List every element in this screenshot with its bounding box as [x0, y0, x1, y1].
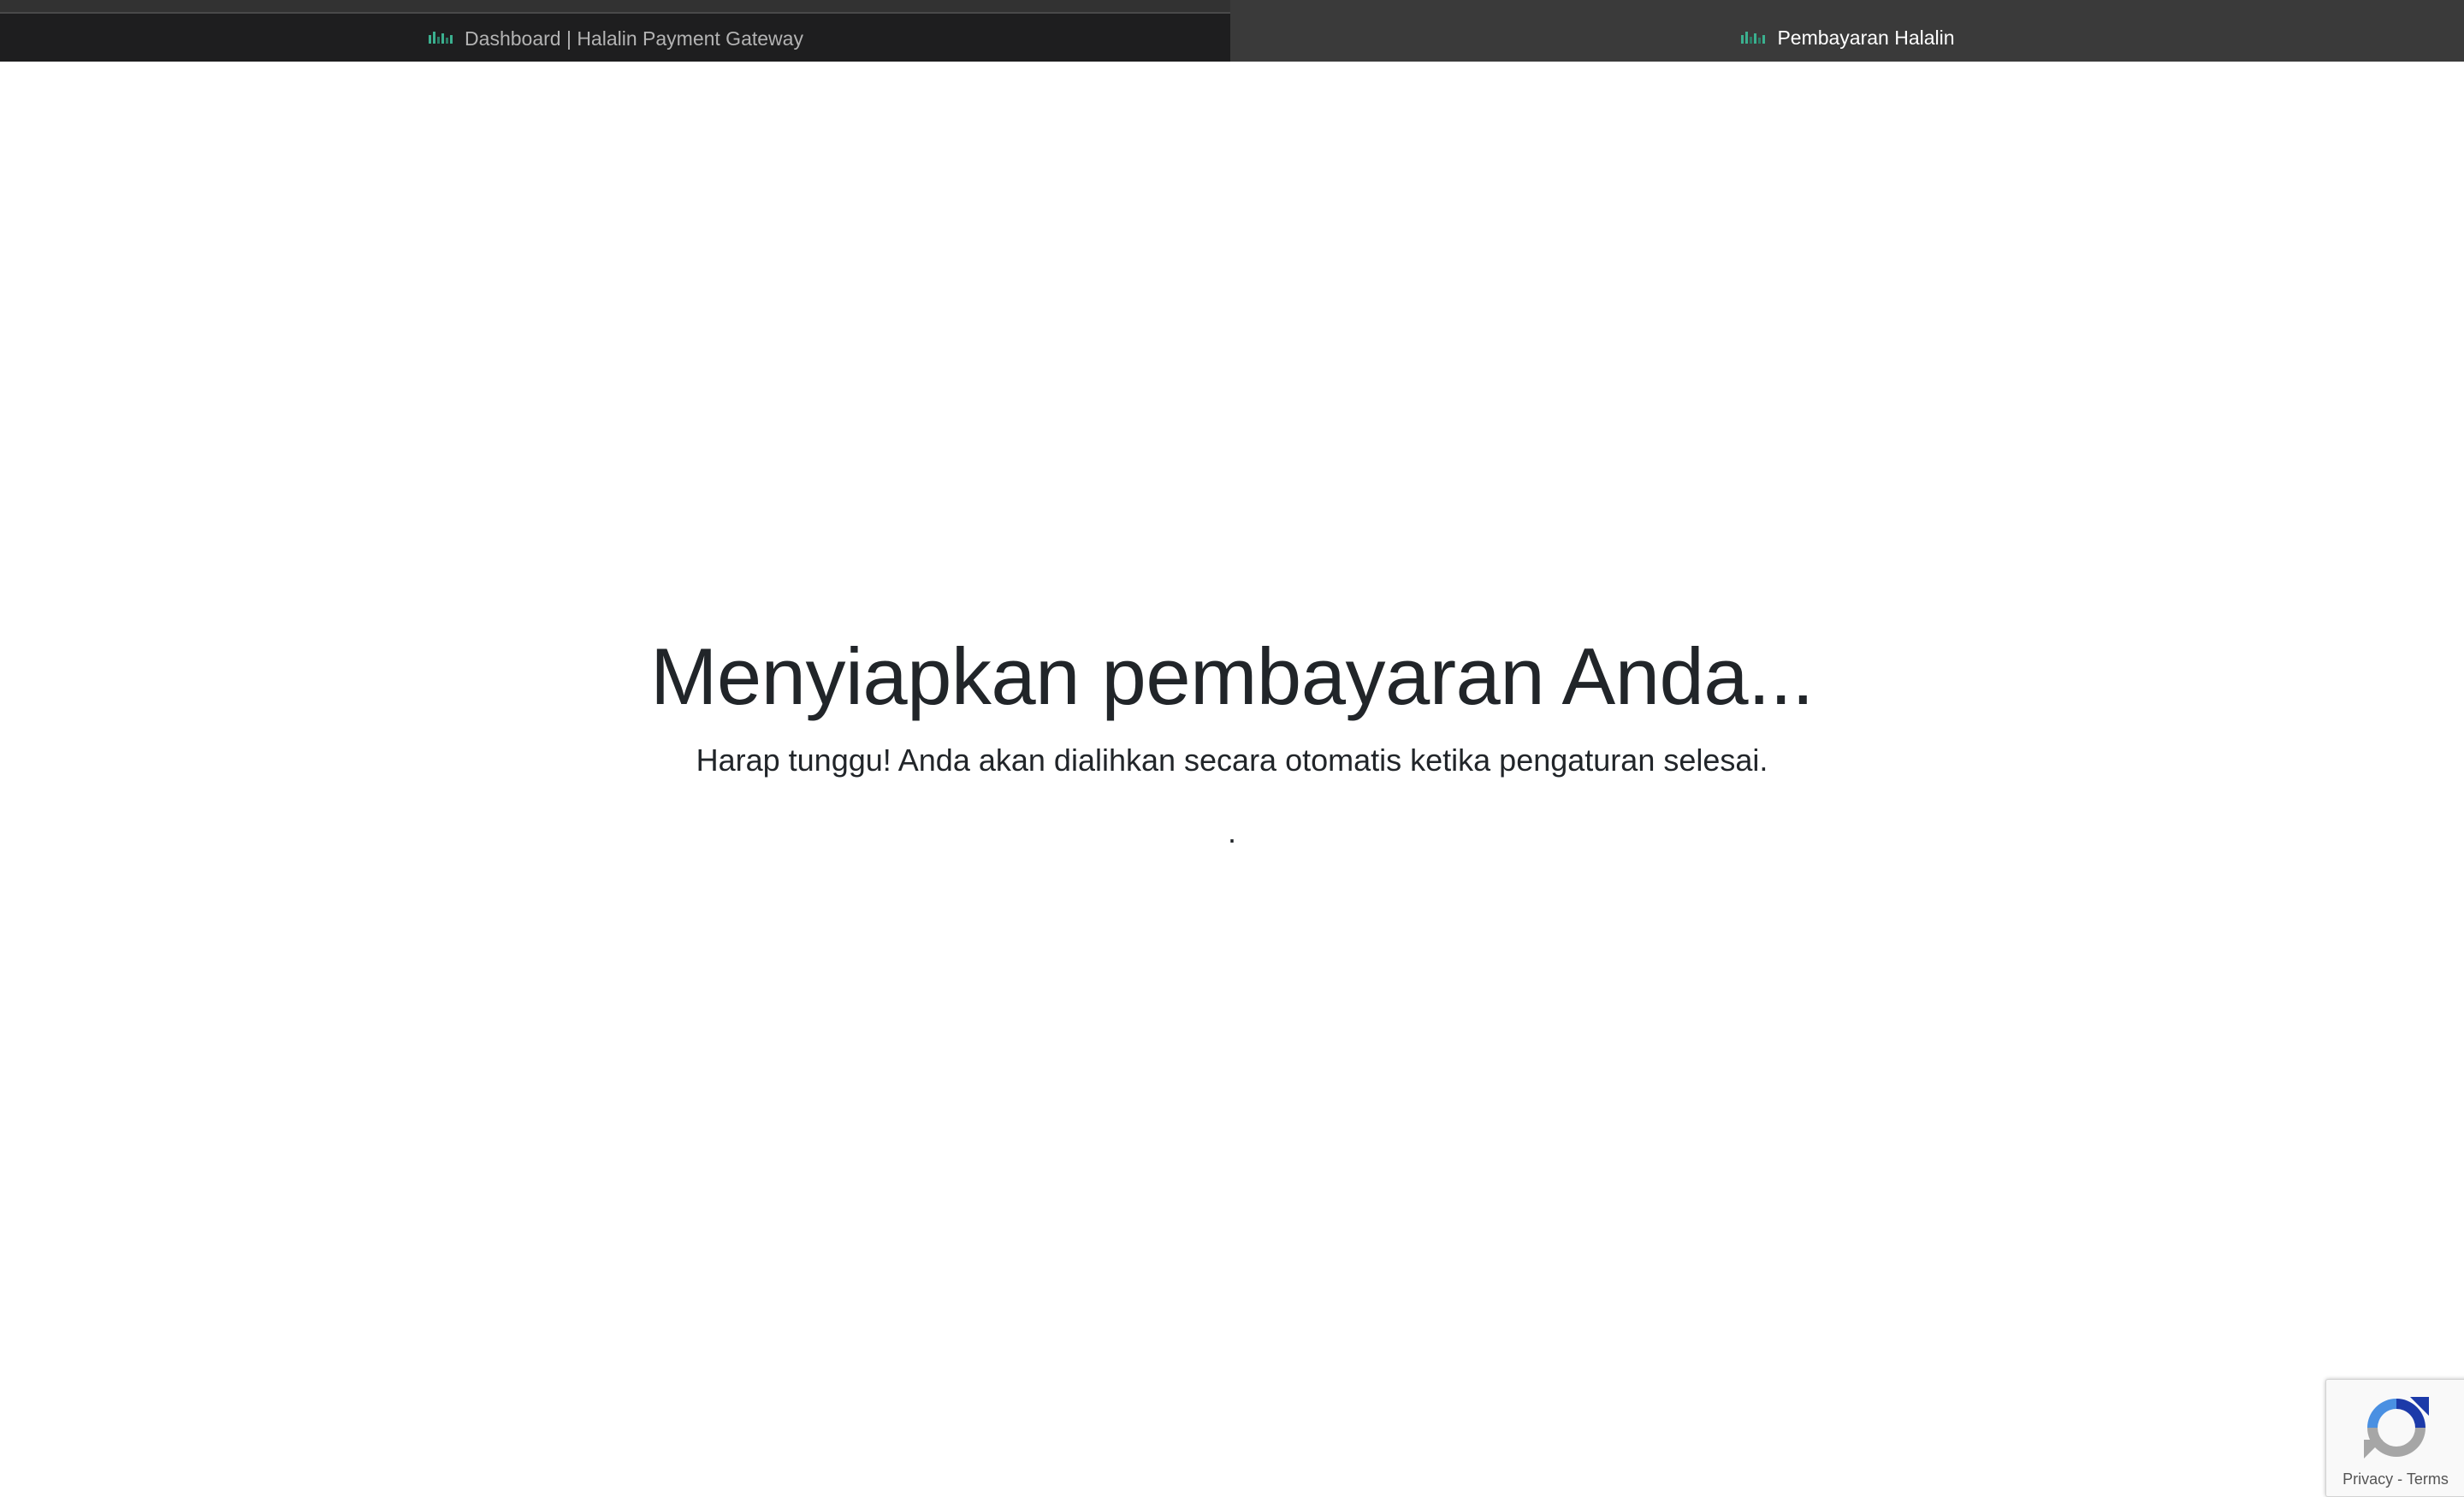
- halalin-favicon-icon: [429, 32, 453, 44]
- halalin-favicon-icon: [1741, 32, 1766, 44]
- recaptcha-icon: [2364, 1397, 2429, 1459]
- link-separator: -: [2397, 1470, 2403, 1488]
- tab-dashboard[interactable]: Dashboard | Halalin Payment Gateway: [0, 12, 1230, 62]
- browser-tab-bar: Dashboard | Halalin Payment Gateway Pemb…: [0, 0, 2464, 62]
- loading-indicator: .: [1227, 814, 1236, 849]
- recaptcha-badge[interactable]: Privacy - Terms: [2325, 1379, 2464, 1497]
- terms-link[interactable]: Terms: [2407, 1470, 2449, 1488]
- privacy-link[interactable]: Privacy: [2343, 1470, 2393, 1488]
- tab-label: Dashboard | Halalin Payment Gateway: [465, 27, 803, 50]
- tab-pembayaran[interactable]: Pembayaran Halalin: [1230, 0, 2464, 62]
- tab-label: Pembayaran Halalin: [1777, 26, 1955, 49]
- page-content: Menyiapkan pembayaran Anda... Harap tung…: [0, 62, 2464, 1497]
- page-title: Menyiapkan pembayaran Anda...: [650, 631, 1814, 721]
- recaptcha-links: Privacy - Terms: [2326, 1470, 2464, 1488]
- page-subtitle: Harap tunggu! Anda akan dialihkan secara…: [696, 743, 1768, 778]
